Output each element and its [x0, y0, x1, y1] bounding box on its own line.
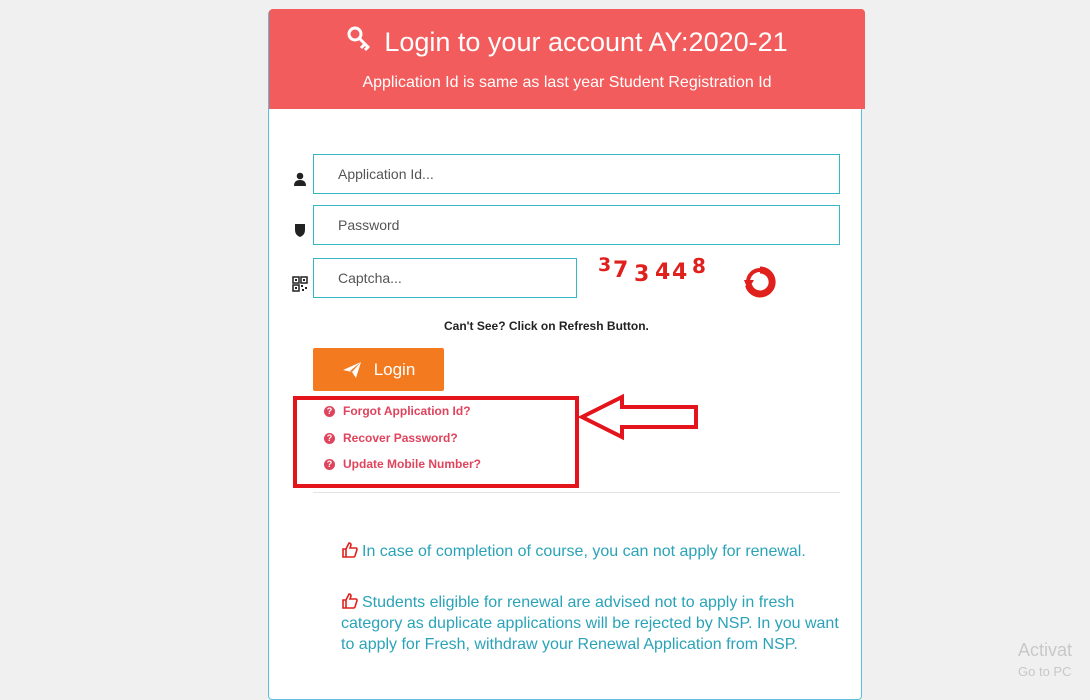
login-button[interactable]: Login [313, 348, 444, 391]
note-text: Students eligible for renewal are advise… [341, 594, 839, 653]
captcha-image: 3 7 3 4 4 8 [598, 254, 728, 294]
arrow-pointer-icon [578, 393, 698, 441]
refresh-icon [744, 266, 776, 298]
captcha-input[interactable] [313, 258, 577, 298]
header-title-row: Login to your account AY:2020-21 [269, 24, 865, 60]
note-text: In case of completion of course, you can… [362, 543, 806, 560]
paper-plane-icon [342, 361, 361, 378]
recover-password-link[interactable]: ? Recover Password? [324, 431, 458, 445]
user-icon [292, 171, 308, 187]
activation-watermark-sub: Go to PC [1018, 664, 1072, 679]
captcha-char: 7 [613, 258, 629, 283]
login-header: Login to your account AY:2020-21 Applica… [269, 9, 865, 109]
forgot-application-id-label: Forgot Application Id? [343, 404, 471, 418]
page-subtitle: Application Id is same as last year Stud… [362, 74, 772, 91]
forgot-application-id-link[interactable]: ? Forgot Application Id? [324, 404, 471, 418]
divider [313, 492, 840, 493]
question-icon: ? [324, 432, 335, 444]
refresh-captcha-button[interactable] [744, 266, 776, 298]
captcha-char: 8 [692, 254, 706, 278]
captcha-char: 4 [655, 260, 671, 285]
captcha-char: 3 [634, 262, 650, 287]
thumbs-up-icon [342, 593, 358, 609]
password-input[interactable] [313, 205, 840, 245]
update-mobile-number-label: Update Mobile Number? [343, 457, 482, 471]
application-id-input[interactable] [313, 154, 840, 194]
page-title: Login to your account AY:2020-21 [384, 27, 788, 57]
captcha-char: 4 [672, 260, 688, 285]
thumbs-up-icon [342, 542, 358, 558]
shield-icon [292, 222, 308, 238]
qr-code-icon [292, 276, 308, 292]
captcha-char: 3 [598, 254, 612, 276]
key-icon [346, 24, 372, 60]
note-item: In case of completion of course, you can… [341, 541, 841, 562]
update-mobile-number-link[interactable]: ? Update Mobile Number? [324, 457, 481, 471]
question-icon: ? [324, 405, 335, 417]
login-label: Login [373, 359, 416, 379]
refresh-hint: Can't See? Click on Refresh Button. [444, 319, 649, 333]
note-item: Students eligible for renewal are advise… [341, 592, 841, 655]
activation-watermark: Activat [1018, 640, 1073, 660]
question-icon: ? [324, 458, 335, 470]
recover-password-label: Recover Password? [343, 431, 458, 445]
